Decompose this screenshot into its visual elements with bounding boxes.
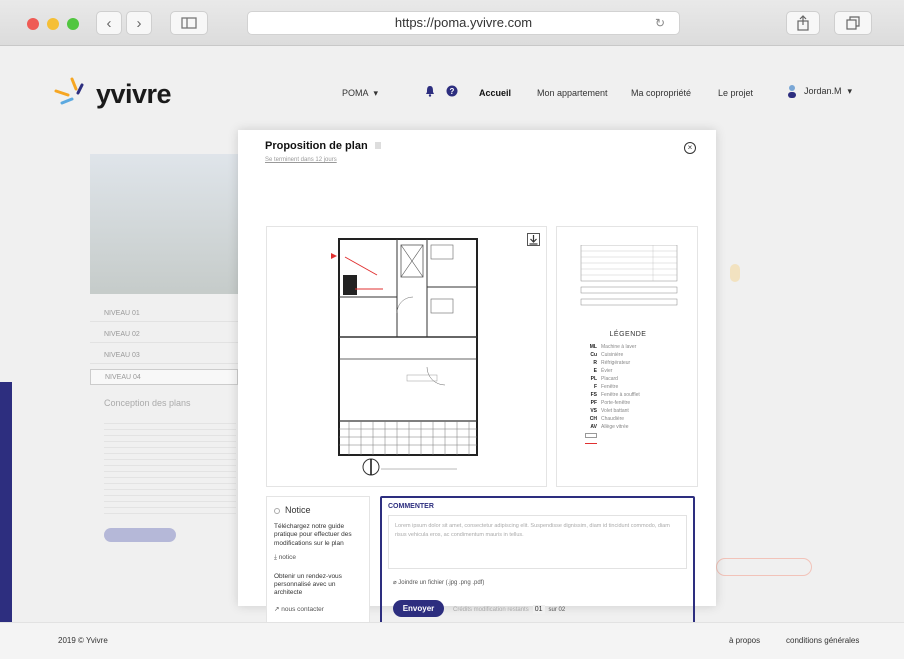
notice-title: Notice (274, 505, 362, 516)
legend-list: ML Machine à laver Cu Cuisinière R Réfrigér… (585, 343, 640, 447)
legend-item: PL Placard (590, 376, 618, 382)
logo-text: yvivre (96, 78, 172, 109)
nav-le-projet[interactable]: Le projet (718, 88, 753, 98)
bell-icon[interactable] (425, 85, 435, 99)
logo[interactable]: yvivre (50, 74, 172, 114)
chevron-left-icon: ‹ (106, 14, 112, 32)
notice-download-link[interactable]: ⤓ notice (274, 554, 362, 562)
share-icon (797, 15, 809, 31)
footer-link-about[interactable]: à propos (729, 636, 760, 645)
legend-item: F Fenêtre (593, 384, 619, 390)
caret-down-icon: ▾ (847, 85, 853, 96)
legend-swatch-row (585, 439, 640, 447)
download-icon: ⤓ (274, 553, 277, 561)
svg-text:?: ? (450, 87, 455, 96)
share-button[interactable] (786, 11, 820, 35)
url-text: https://poma.yvivre.com (394, 15, 533, 30)
project-select[interactable]: POMA ▾ (342, 88, 378, 99)
caret-down-icon: ▾ (373, 88, 379, 98)
lock-icon (374, 142, 381, 149)
site-header: yvivre POMA ▾ ? Accueil Mon appartement … (0, 46, 904, 136)
address-bar[interactable]: https://poma.yvivre.com ↻ (247, 11, 680, 35)
level-item-selected[interactable]: NIVEAU 04 (90, 369, 238, 385)
forward-button[interactable]: › (126, 11, 152, 35)
background-text-block (104, 418, 236, 514)
user-name: Jordan.M (804, 86, 842, 96)
minimize-window-button[interactable] (47, 18, 59, 30)
tabs-button[interactable] (834, 11, 872, 35)
credits-text: Crédits modification restants 01 sur 02 (453, 605, 566, 614)
legend-item: R Réfrigérateur (593, 360, 631, 366)
close-window-button[interactable] (27, 18, 39, 30)
comment-title: COMMENTER (388, 503, 434, 510)
surface-table (580, 245, 678, 306)
notice-panel: Notice Téléchargez notre guide pratique … (266, 496, 370, 631)
legend-item: Cu Cuisinière (590, 352, 624, 358)
legend-item: ML Machine à laver (589, 344, 637, 350)
legend-item: FS Fenêtre à soufflet (590, 392, 640, 398)
modal-title: Proposition de plan (265, 140, 381, 152)
tabs-icon (846, 16, 860, 30)
footer: 2019 © Yvivre à propos conditions généra… (0, 622, 904, 659)
page: yvivre POMA ▾ ? Accueil Mon appartement … (0, 46, 904, 659)
copyright: 2019 © Yvivre (58, 636, 108, 645)
legend-item: CH Chaudière (589, 416, 625, 422)
legend-item: AV Allège vitrée (590, 424, 629, 430)
attach-file-link[interactable]: ⌀ Joindre un fichier (.jpg .png .pdf) (393, 579, 484, 586)
nav-ma-copropriete[interactable]: Ma copropriété (631, 88, 691, 98)
level-item[interactable]: NIVEAU 01 (90, 306, 238, 322)
credits-value: 01 (532, 605, 545, 614)
level-item[interactable]: NIVEAU 02 (90, 327, 238, 343)
legend-item: VS Volet battant (590, 408, 629, 414)
maximize-window-button[interactable] (67, 18, 79, 30)
close-icon[interactable]: × (684, 142, 696, 154)
avatar (788, 85, 796, 98)
contact-link[interactable]: ↗ nous contacter (274, 606, 362, 614)
logo-mark-icon (54, 77, 84, 105)
section-title: Conception des plans (104, 398, 191, 408)
background-button-secondary (716, 558, 812, 576)
floor-plan-drawing (331, 238, 478, 476)
left-accent-bar (0, 382, 12, 658)
legend-swatch-row (585, 431, 640, 439)
browser-toolbar: ‹ › https://poma.yvivre.com ↻ (0, 0, 904, 46)
building-image (90, 154, 238, 294)
chevron-right-icon: › (136, 14, 142, 32)
nav-mon-appartement[interactable]: Mon appartement (537, 88, 608, 98)
modal-subtitle: Se terminent dans 12 jours (265, 157, 337, 163)
help-icon[interactable]: ? (446, 85, 458, 99)
radio-icon (274, 507, 280, 514)
background-button (104, 528, 176, 542)
rdv-text: Obtenir un rendez-vous personnalisé avec… (274, 572, 342, 596)
reload-icon[interactable]: ↻ (655, 12, 665, 34)
sidebar-icon (181, 17, 197, 29)
background-icon (730, 264, 740, 282)
legend-title: LÉGENDE (609, 331, 647, 338)
legend-item: PF Porte-fenêtre (590, 400, 631, 406)
back-button[interactable]: ‹ (96, 11, 122, 35)
level-item[interactable]: NIVEAU 03 (90, 348, 238, 364)
external-link-icon: ↗ (274, 606, 280, 614)
nav-accueil[interactable]: Accueil (479, 88, 511, 98)
legend-panel: LÉGENDE ML Machine à laver Cu Cuisinière R… (556, 226, 698, 487)
send-button[interactable]: Envoyer (393, 600, 444, 617)
comment-panel: COMMENTER Lorem ipsum dolor sit amet, co… (380, 496, 695, 631)
user-menu[interactable]: Jordan.M ▾ (786, 84, 852, 98)
comment-textarea[interactable]: Lorem ipsum dolor sit amet, consectetur … (388, 515, 687, 569)
footer-link-terms[interactable]: conditions générales (786, 636, 859, 645)
notice-text: Téléchargez notre guide pratique pour ef… (274, 523, 352, 547)
legend-item: E Évier (593, 368, 613, 374)
plan-modal: Proposition de plan Se terminent dans 12… (238, 130, 716, 631)
sidebar-toggle-button[interactable] (170, 11, 208, 35)
floor-plan-panel (266, 226, 547, 487)
paperclip-icon: ⌀ (393, 580, 397, 586)
project-select-value: POMA (342, 88, 369, 98)
